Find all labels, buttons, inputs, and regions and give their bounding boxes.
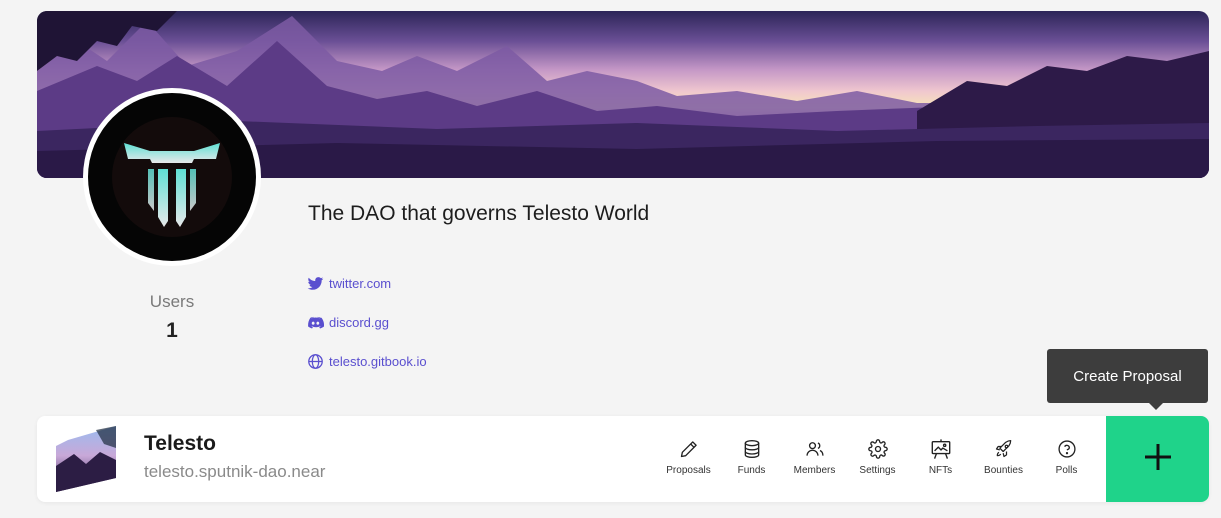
- users-stat-count: 1: [166, 319, 178, 342]
- nav-bounties-label: Bounties: [984, 465, 1023, 476]
- twitter-link[interactable]: twitter.com: [307, 273, 427, 293]
- plus-icon: [1143, 442, 1173, 477]
- nav-members-label: Members: [793, 465, 836, 476]
- dao-description: The DAO that governs Telesto World: [308, 202, 650, 225]
- discord-icon: [307, 314, 324, 331]
- discord-link-label: discord.gg: [329, 314, 389, 330]
- easel-icon: [930, 438, 952, 460]
- database-icon: [741, 438, 763, 460]
- dao-links: twitter.com discord.gg telesto.gitbook.i…: [307, 273, 427, 390]
- dao-avatar: [83, 88, 261, 266]
- nav-funds-label: Funds: [737, 465, 766, 476]
- dao-nav: Proposals Funds Members Settings NFTs Bo…: [657, 438, 1098, 476]
- nav-funds[interactable]: Funds: [720, 438, 783, 476]
- website-link-label: telesto.gitbook.io: [329, 353, 427, 369]
- dao-page: Users 1 The DAO that governs Telesto Wor…: [0, 0, 1221, 518]
- nav-proposals-label: Proposals: [666, 465, 711, 476]
- question-circle-icon: [1056, 438, 1078, 460]
- nav-nfts-label: NFTs: [928, 465, 953, 476]
- website-link[interactable]: telesto.gitbook.io: [307, 351, 427, 371]
- dao-address: telesto.sputnik-dao.near: [144, 462, 326, 481]
- discord-link[interactable]: discord.gg: [307, 312, 427, 332]
- nav-bounties[interactable]: Bounties: [972, 438, 1035, 476]
- twitter-link-label: twitter.com: [329, 275, 392, 291]
- nav-polls[interactable]: Polls: [1035, 438, 1098, 476]
- nav-polls-label: Polls: [1055, 465, 1078, 476]
- nav-members[interactable]: Members: [783, 438, 846, 476]
- pencil-icon: [678, 438, 700, 460]
- telesto-logo: [88, 93, 256, 261]
- globe-icon: [307, 353, 324, 370]
- gear-icon: [867, 438, 889, 460]
- create-proposal-tooltip: Create Proposal: [1047, 349, 1208, 410]
- create-proposal-button[interactable]: [1106, 416, 1209, 502]
- rocket-icon: [993, 438, 1015, 460]
- users-icon: [804, 438, 826, 460]
- dao-thumbnail: [56, 426, 116, 492]
- nav-proposals[interactable]: Proposals: [657, 438, 720, 476]
- nav-settings-label: Settings: [859, 465, 896, 476]
- nav-nfts[interactable]: NFTs: [909, 438, 972, 476]
- users-stat-label: Users: [149, 292, 195, 311]
- twitter-icon: [307, 275, 324, 292]
- nav-settings[interactable]: Settings: [846, 438, 909, 476]
- dao-header-bar: Telesto telesto.sputnik-dao.near Proposa…: [37, 416, 1209, 502]
- dao-name: Telesto: [144, 432, 216, 455]
